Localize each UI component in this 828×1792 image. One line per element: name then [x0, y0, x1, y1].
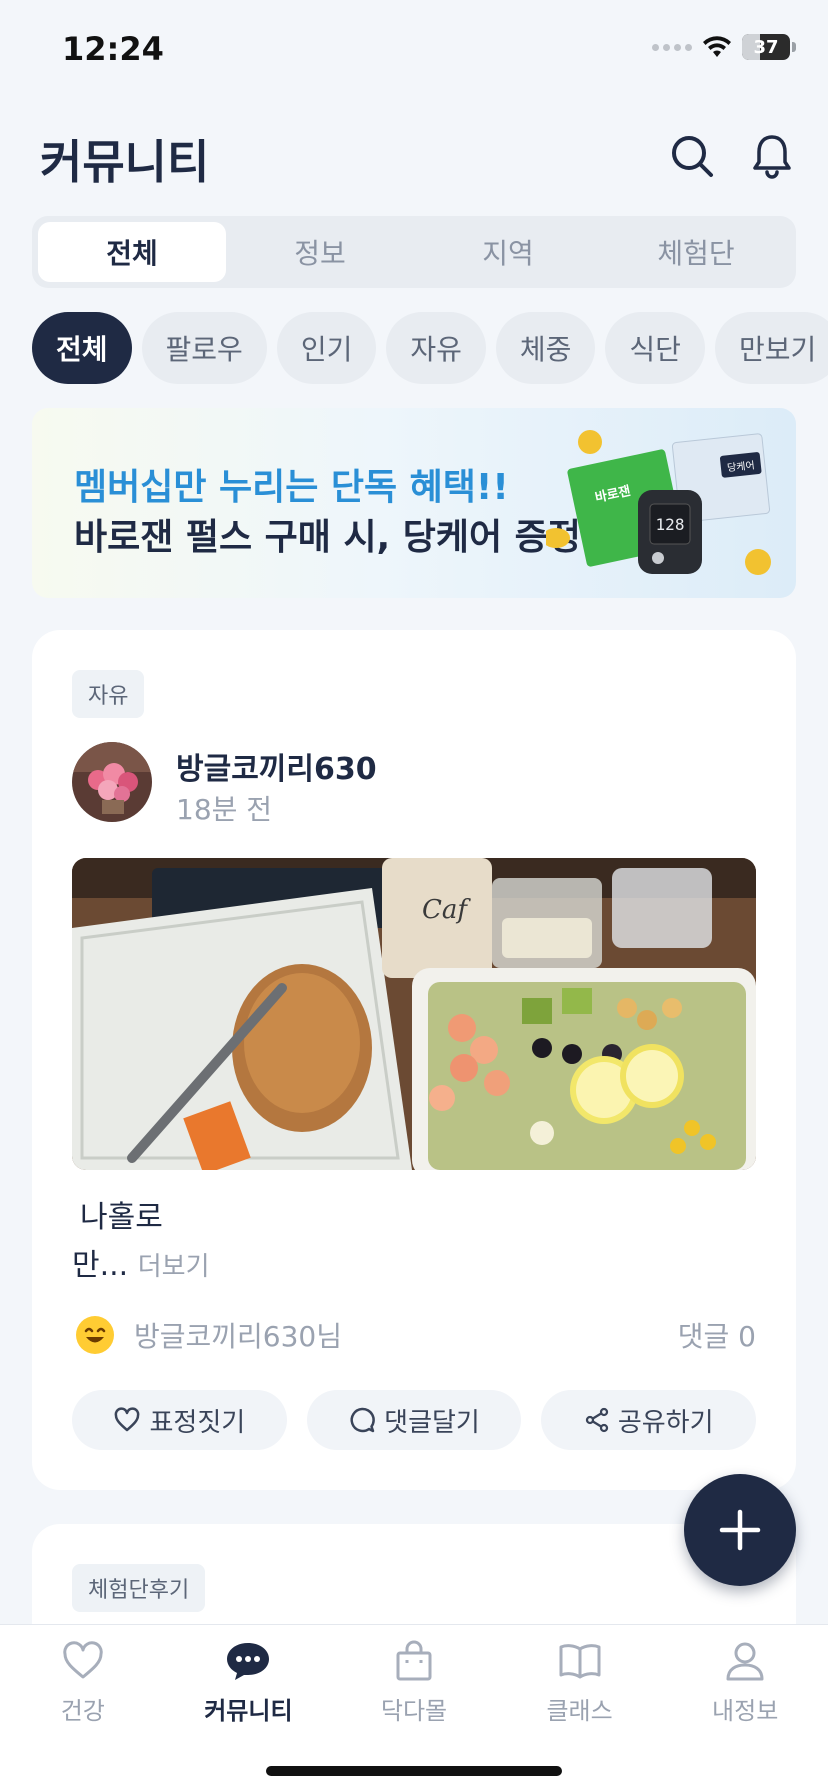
write-post-button[interactable] — [684, 1474, 796, 1586]
shopping-bag-icon — [396, 1640, 432, 1681]
nav-label-health: 건강 — [60, 1697, 105, 1725]
react-button-label: 표정짓기 — [149, 1407, 246, 1438]
category-segment: 전체 정보 지역 체험단 — [32, 216, 796, 288]
comment-icon — [350, 1407, 376, 1433]
share-button-label: 공유하기 — [617, 1407, 714, 1438]
notification-button[interactable] — [748, 132, 796, 180]
tab-experience[interactable]: 체험단 — [602, 222, 790, 282]
post-actions: 표정짓기 댓글달기 공유하기 — [72, 1390, 757, 1450]
chip-follow[interactable]: 팔로우 — [141, 312, 267, 384]
chip-free[interactable]: 자유 — [386, 312, 486, 384]
battery-icon: 37 — [742, 34, 790, 60]
meal-photo-image: Caf — [72, 858, 756, 1170]
nav-item-health[interactable]: 건강 — [0, 1625, 166, 1792]
flower-bouquet-avatar-image — [72, 742, 152, 822]
banner-headline: 멤버십만 누리는 단독 혜택!! — [74, 467, 509, 508]
post-card[interactable]: 자유 방글코끼리630 18분 전 Caf 나홀로 만... 더보기 방글코끼리… — [32, 630, 796, 1490]
author-name[interactable]: 방글코끼리630 — [176, 744, 377, 788]
heart-icon — [63, 1641, 103, 1679]
comment-button-label: 댓글달기 — [384, 1407, 480, 1438]
comment-button[interactable]: 댓글달기 — [306, 1390, 522, 1450]
search-button[interactable] — [668, 132, 716, 180]
nav-label-my-info: 내정보 — [712, 1697, 779, 1725]
tab-all[interactable]: 전체 — [38, 222, 226, 282]
tab-region[interactable]: 지역 — [414, 222, 602, 282]
page-title: 커뮤니티 — [40, 135, 210, 189]
open-book-icon — [559, 1644, 601, 1679]
reaction-summary: 방글코끼리630님 댓글 0 — [72, 1310, 756, 1360]
chip-all[interactable]: 전체 — [32, 312, 132, 384]
battery-cap — [792, 42, 796, 52]
nav-label-mall: 닥다몰 — [380, 1697, 448, 1725]
share-icon — [585, 1407, 608, 1433]
share-button[interactable]: 공유하기 — [541, 1390, 757, 1450]
heart-icon — [115, 1407, 140, 1432]
wifi-icon — [703, 36, 731, 57]
nav-item-my-info[interactable]: 내정보 — [662, 1625, 828, 1792]
post-text-line2: 만... — [72, 1248, 129, 1283]
chip-popular[interactable]: 인기 — [276, 312, 377, 384]
react-button[interactable]: 표정짓기 — [72, 1390, 287, 1450]
post-category-tag: 체험단후기 — [72, 1564, 206, 1612]
avatar[interactable] — [72, 742, 152, 822]
battery-level: 37 — [753, 36, 779, 58]
reactor-name: 방글코끼리630님 — [134, 1320, 343, 1353]
chip-pedometer[interactable]: 만보기 — [714, 312, 828, 384]
chat-bubble-icon — [227, 1643, 270, 1680]
post-category-tag: 자유 — [72, 670, 145, 718]
svg-text:Caf: Caf — [422, 895, 471, 925]
promo-banner[interactable]: 멤버십만 누리는 단독 혜택!! 바로잰 펄스 구매 시, 당케어 증정 당케어… — [32, 408, 796, 598]
banner-product-image: 당케어 바로잰 128 — [546, 430, 771, 575]
home-indicator[interactable] — [266, 1766, 562, 1776]
post-text-line1: 나홀로 — [80, 1200, 163, 1235]
tab-info[interactable]: 정보 — [226, 222, 414, 282]
chip-weight[interactable]: 체중 — [495, 312, 596, 384]
status-bar: 12:24 37 — [0, 0, 828, 100]
status-indicators: 37 — [652, 34, 796, 60]
read-more-link[interactable]: 더보기 — [138, 1252, 210, 1282]
post-body[interactable]: 나홀로 만... 더보기 — [72, 1194, 210, 1291]
signal-icon — [652, 43, 692, 51]
chip-diet[interactable]: 식단 — [605, 312, 705, 384]
smiling-face-emoji-icon — [76, 1316, 114, 1354]
svg-text:128: 128 — [656, 515, 685, 534]
search-icon — [672, 136, 713, 177]
post-photo[interactable]: Caf — [72, 858, 756, 1170]
nav-label-class: 클래스 — [546, 1697, 613, 1725]
plus-icon — [719, 1509, 761, 1551]
filter-chips: 전체 팔로우 인기 자유 체중 식단 만보기 — [32, 312, 828, 384]
person-icon — [726, 1642, 764, 1681]
header: 커뮤니티 — [0, 120, 828, 190]
comment-count[interactable]: 댓글 0 — [678, 1315, 756, 1355]
status-time: 12:24 — [62, 30, 164, 68]
banner-subheadline: 바로잰 펄스 구매 시, 당케어 증정 — [74, 517, 581, 558]
bell-icon — [753, 135, 791, 179]
nav-label-community: 커뮤니티 — [204, 1697, 293, 1725]
post-timestamp: 18분 전 — [176, 793, 273, 826]
